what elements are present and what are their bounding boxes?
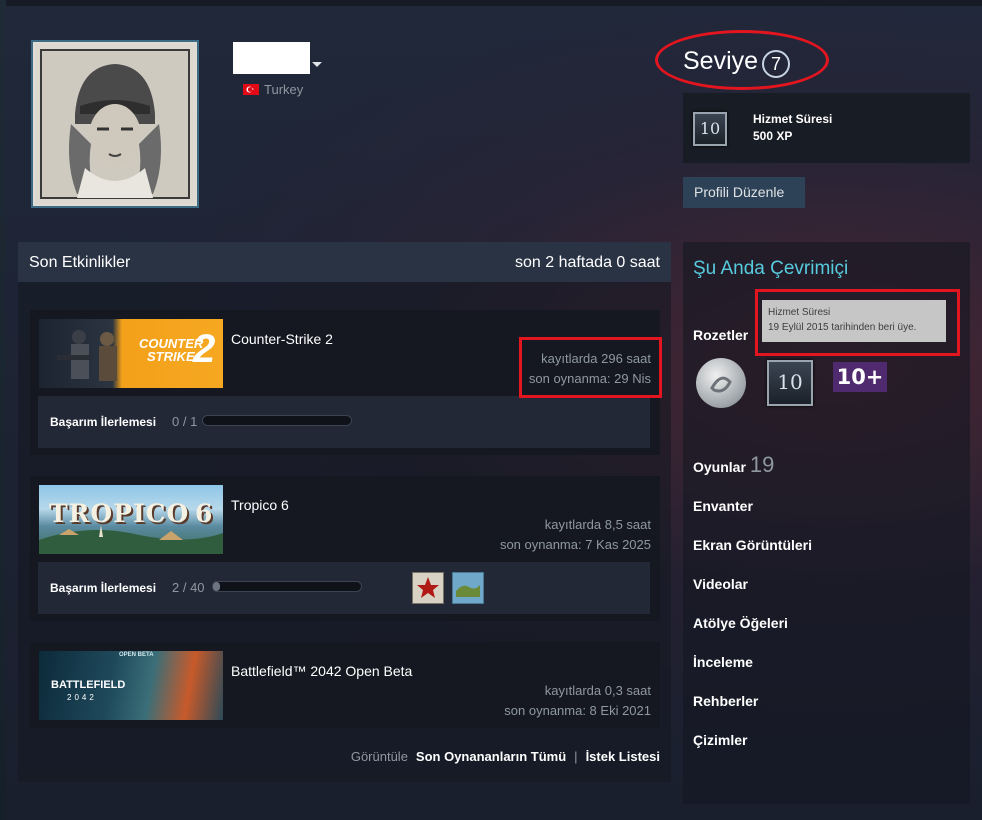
- bf-open-beta-tag: OPEN BETA: [119, 652, 154, 658]
- videos-link[interactable]: Videolar: [693, 576, 748, 592]
- badge-xp: 500 XP: [753, 129, 793, 143]
- games-owned-badge-icon[interactable]: 10+: [833, 362, 887, 392]
- games-label: Oyunlar: [693, 459, 746, 475]
- level-label: Seviye: [683, 47, 759, 75]
- years-of-service-badge-icon: 10: [693, 112, 727, 146]
- achievement-count: 2 / 40: [172, 580, 205, 595]
- highlight-box-hours: [519, 337, 662, 398]
- games-count: 19: [749, 452, 775, 477]
- profile-avatar[interactable]: [31, 40, 199, 208]
- footer-separator: |: [574, 749, 578, 764]
- achievement-progress-row[interactable]: Başarım İlerlemesi 0 / 1: [38, 396, 650, 448]
- avatar-image: [33, 42, 197, 206]
- highlight-box-tooltip: [755, 289, 960, 356]
- inventory-link[interactable]: Envanter: [693, 498, 753, 514]
- recent-playtime-summary: son 2 haftada 0 saat: [515, 254, 660, 271]
- years-of-service-badge-icon[interactable]: 10: [767, 360, 813, 406]
- level-badge: 7: [762, 50, 790, 78]
- profile-level[interactable]: Seviye 7: [655, 30, 829, 90]
- recent-activity-title: Son Etkinlikler: [29, 254, 131, 271]
- achievement-island-icon[interactable]: [452, 572, 484, 604]
- turkey-flag-icon: [243, 84, 259, 95]
- game-capsule-tropico6[interactable]: TROPICO 6: [39, 485, 223, 554]
- achievement-count: 0 / 1: [172, 414, 198, 429]
- game-last-played: son oynanma: 7 Kas 2025: [499, 537, 651, 552]
- window-top-border: [0, 0, 982, 6]
- wishlist-link[interactable]: İstek Listesi: [586, 749, 660, 764]
- achievement-progress-bar: [202, 415, 352, 426]
- tropico-logo-number: 6: [195, 499, 213, 528]
- game-capsule-cs2[interactable]: COUNTER STRIKE 2: [39, 319, 223, 388]
- recent-activity-panel: Son Etkinlikler son 2 haftada 0 saat COU…: [18, 242, 671, 782]
- game-name[interactable]: Battlefield™ 2042 Open Beta: [231, 663, 412, 679]
- artwork-link[interactable]: Çizimler: [693, 732, 747, 748]
- game-name[interactable]: Counter-Strike 2: [231, 331, 333, 347]
- edit-profile-button[interactable]: Profili Düzenle: [683, 177, 805, 208]
- avatar-portrait-icon: [35, 44, 195, 204]
- achievement-progress-bar: [212, 581, 362, 592]
- reviews-link[interactable]: İnceleme: [693, 654, 753, 670]
- game-card-tropico6: TROPICO 6 Tropico 6 kayıtlarda 8,5 saat …: [30, 476, 660, 621]
- country-name: Turkey: [264, 82, 304, 97]
- online-status: Şu Anda Çevrimiçi: [693, 258, 849, 279]
- badges-link[interactable]: Rozetler: [693, 327, 748, 343]
- game-name[interactable]: Tropico 6: [231, 497, 289, 513]
- workshop-items-link[interactable]: Atölye Öğeleri: [693, 615, 788, 631]
- achievement-progress-row[interactable]: Başarım İlerlemesi 2 / 40: [38, 562, 650, 614]
- achievement-progress-fill: [213, 582, 221, 591]
- bf-year: 2042: [67, 693, 97, 702]
- screenshots-link[interactable]: Ekran Görüntüleri: [693, 537, 812, 553]
- game-capsule-battlefield2042[interactable]: OPEN BETA BATTLEFIELD 2042: [39, 651, 223, 720]
- recent-activity-footer: Görüntüle Son Oynananların Tümü | İstek …: [351, 749, 660, 764]
- profile-location: Turkey: [243, 82, 303, 97]
- achievement-progress-label: Başarım İlerlemesi: [50, 581, 157, 595]
- achievement-progress-label: Başarım İlerlemesi: [50, 415, 157, 429]
- game-last-played: son oynanma: 8 Eki 2021: [504, 703, 651, 718]
- recent-activity-header: Son Etkinlikler son 2 haftada 0 saat: [18, 242, 671, 282]
- bf-logo: BATTLEFIELD: [51, 679, 126, 691]
- name-history-dropdown-icon[interactable]: [312, 62, 322, 67]
- badge-title: Hizmet Süresi: [753, 112, 833, 126]
- window-left-border: [0, 0, 6, 820]
- guides-link[interactable]: Rehberler: [693, 693, 758, 709]
- all-recent-games-link[interactable]: Son Oynananların Tümü: [416, 749, 566, 764]
- view-label: Görüntüle: [350, 749, 408, 764]
- tropico-logo: TROPICO: [49, 499, 190, 528]
- cs2-logo-number: 2: [193, 327, 216, 371]
- achievement-star-icon[interactable]: [412, 572, 444, 604]
- game-card-battlefield2042: OPEN BETA BATTLEFIELD 2042 Battlefield™ …: [30, 642, 660, 728]
- game-total-hours: kayıtlarda 8,5 saat: [544, 517, 651, 532]
- profile-name-redacted: [233, 42, 310, 74]
- favorite-badge-panel[interactable]: 10 Hizmet Süresi 500 XP: [683, 93, 970, 163]
- game-total-hours: kayıtlarda 0,3 saat: [544, 683, 651, 698]
- community-coin-badge-icon[interactable]: [696, 358, 746, 408]
- games-link[interactable]: Oyunlar 19: [693, 452, 774, 478]
